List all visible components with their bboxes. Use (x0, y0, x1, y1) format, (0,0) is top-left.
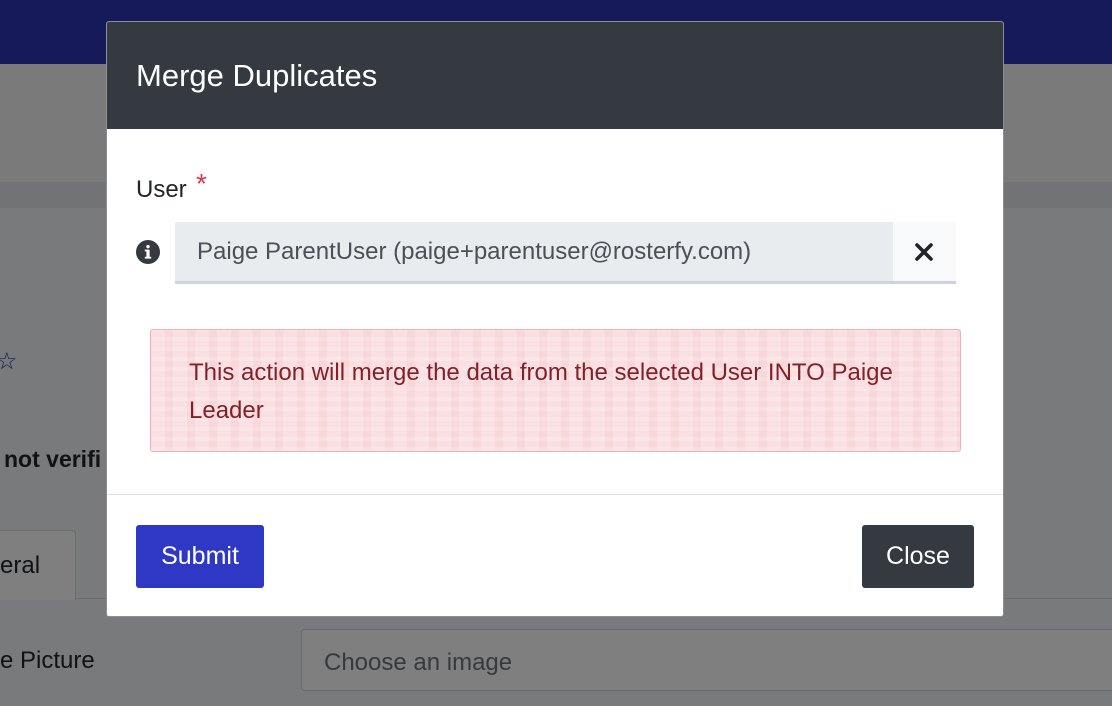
info-circle-icon[interactable] (136, 240, 160, 264)
merge-duplicates-modal: Merge Duplicates User * Paige ParentUser… (106, 21, 1004, 617)
required-indicator: * (196, 168, 207, 199)
modal-title: Merge Duplicates (136, 58, 378, 93)
close-button[interactable]: Close (862, 525, 974, 588)
modal-footer-divider (107, 494, 1003, 495)
user-field-label: User (136, 176, 187, 203)
close-icon (915, 243, 933, 261)
submit-button[interactable]: Submit (136, 525, 264, 588)
user-select[interactable]: Paige ParentUser (paige+parentuser@roste… (175, 222, 893, 284)
merge-warning-alert: This action will merge the data from the… (150, 329, 961, 452)
clear-selection-button[interactable] (893, 222, 956, 284)
modal-header: Merge Duplicates (107, 22, 1003, 129)
